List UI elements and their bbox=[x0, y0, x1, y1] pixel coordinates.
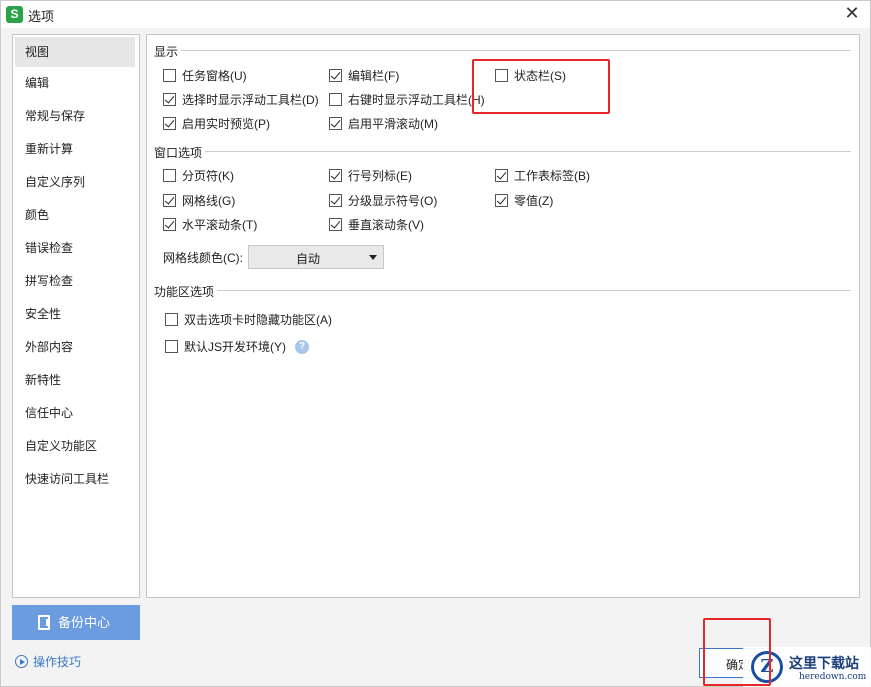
checkbox[interactable] bbox=[165, 340, 178, 353]
wps-app-icon: S bbox=[6, 6, 23, 23]
sidebar-item-error-check[interactable]: 错误检查 bbox=[13, 232, 139, 265]
checkbox[interactable] bbox=[163, 117, 176, 130]
sidebar-item-custom-lists[interactable]: 自定义序列 bbox=[13, 166, 139, 199]
checkbox[interactable] bbox=[329, 93, 342, 106]
checkbox[interactable] bbox=[329, 69, 342, 82]
sidebar-item-trust-center[interactable]: 信任中心 bbox=[13, 397, 139, 430]
sidebar-item-view[interactable]: 视图 bbox=[15, 37, 135, 67]
sidebar-item-external-content[interactable]: 外部内容 bbox=[13, 331, 139, 364]
section-divider bbox=[217, 290, 851, 291]
sidebar-item-edit[interactable]: 编辑 bbox=[13, 67, 139, 100]
checkbox[interactable] bbox=[163, 194, 176, 207]
checkbox[interactable] bbox=[329, 218, 342, 231]
backup-icon bbox=[38, 615, 50, 630]
section-title-display: 显示 bbox=[154, 45, 179, 59]
checkbox[interactable] bbox=[329, 169, 342, 182]
checkbox[interactable] bbox=[495, 169, 508, 182]
checkbox[interactable] bbox=[495, 69, 508, 82]
sidebar-item-recalculate[interactable]: 重新计算 bbox=[13, 133, 139, 166]
dialog-title: 选项 bbox=[28, 9, 55, 24]
checkbox[interactable] bbox=[163, 169, 176, 182]
close-icon[interactable]: ✕ bbox=[842, 4, 862, 24]
operation-tips-link[interactable]: 操作技巧 bbox=[15, 653, 81, 671]
sidebar-item-new-features[interactable]: 新特性 bbox=[13, 364, 139, 397]
sidebar-item-security[interactable]: 安全性 bbox=[13, 298, 139, 331]
section-title-ribbon-options: 功能区选项 bbox=[154, 285, 215, 299]
watermark-site-url: heredown.com bbox=[799, 672, 867, 682]
backup-center-button[interactable]: 备份中心 bbox=[12, 605, 140, 640]
sidebar-item-quick-access[interactable]: 快速访问工具栏 bbox=[13, 463, 139, 496]
checkbox[interactable] bbox=[165, 313, 178, 326]
section-title-window-options: 窗口选项 bbox=[154, 146, 203, 160]
site-watermark: Z 这里下载站 heredown.com bbox=[743, 647, 871, 687]
title-bar: S 选项 ✕ bbox=[1, 1, 870, 28]
options-sidebar: 视图 编辑 常规与保存 重新计算 自定义序列 颜色 错误检查 拼写检查 安全性 … bbox=[12, 34, 140, 598]
help-icon[interactable]: ? bbox=[295, 340, 309, 354]
options-dialog: S 选项 ✕ 视图 编辑 常规与保存 重新计算 自定义序列 颜色 错误检查 拼写… bbox=[0, 0, 871, 687]
checkbox[interactable] bbox=[329, 117, 342, 130]
section-divider bbox=[205, 151, 851, 152]
section-divider bbox=[181, 50, 851, 51]
play-circle-icon bbox=[15, 655, 28, 668]
operation-tips-label: 操作技巧 bbox=[33, 655, 82, 669]
backup-center-label: 备份中心 bbox=[58, 615, 111, 630]
checkbox[interactable] bbox=[329, 194, 342, 207]
checkbox[interactable] bbox=[163, 218, 176, 231]
sidebar-item-spell-check[interactable]: 拼写检查 bbox=[13, 265, 139, 298]
chevron-down-icon bbox=[369, 255, 377, 260]
checkbox[interactable] bbox=[163, 93, 176, 106]
watermark-logo: Z bbox=[751, 651, 783, 683]
sidebar-item-custom-ribbon[interactable]: 自定义功能区 bbox=[13, 430, 139, 463]
view-options-panel: 显示 任务窗格(U) 编辑栏(F) 状态栏(S) 选择时显示浮动工具栏(D) 右… bbox=[146, 34, 860, 598]
gridline-color-label: 网格线颜色(C): bbox=[163, 251, 243, 265]
sidebar-item-general-save[interactable]: 常规与保存 bbox=[13, 100, 139, 133]
checkbox[interactable] bbox=[495, 194, 508, 207]
sidebar-item-color[interactable]: 颜色 bbox=[13, 199, 139, 232]
checkbox[interactable] bbox=[163, 69, 176, 82]
gridline-color-value: 自动 bbox=[295, 252, 320, 266]
gridline-color-select[interactable]: 自动 bbox=[248, 245, 384, 269]
watermark-site-name: 这里下载站 bbox=[789, 656, 859, 672]
